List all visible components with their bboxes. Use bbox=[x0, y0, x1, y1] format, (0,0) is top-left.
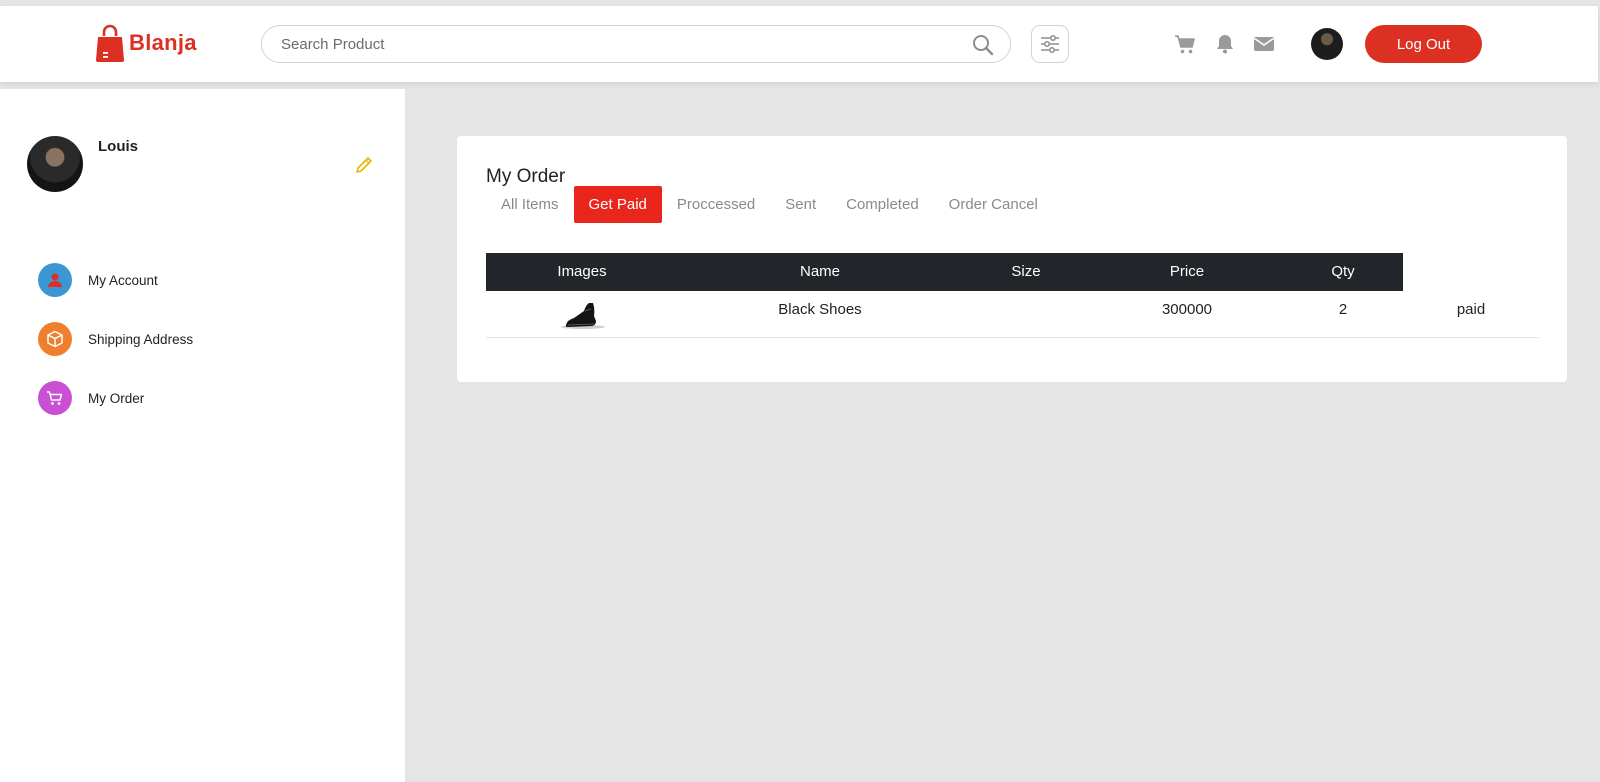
sidebar-item-shipping-address[interactable]: Shipping Address bbox=[38, 322, 193, 356]
menu-icon-bg bbox=[38, 263, 72, 297]
search-icon[interactable] bbox=[972, 34, 994, 56]
product-image bbox=[561, 303, 605, 329]
page-title: My Order bbox=[486, 166, 566, 187]
box-icon bbox=[47, 330, 63, 348]
tab-get-paid[interactable]: Get Paid bbox=[573, 186, 662, 223]
sidebar-item-label: My Order bbox=[88, 390, 145, 406]
column-header-images: Images bbox=[557, 263, 607, 280]
sidebar-item-my-account[interactable]: My Account bbox=[38, 263, 158, 297]
column-header-name: Name bbox=[799, 263, 841, 280]
menu-icon-bg bbox=[38, 381, 72, 415]
table-header: Images Name Size Price Qty bbox=[486, 253, 1403, 291]
column-header-size: Size bbox=[1011, 263, 1041, 280]
search-bar[interactable] bbox=[261, 25, 1011, 63]
sidebar: Louis My Account Shipping Address My Ord… bbox=[0, 89, 405, 782]
cell-qty: 2 bbox=[1338, 301, 1348, 318]
order-tabs: All Items Get Paid Proccessed Sent Compl… bbox=[486, 186, 1053, 223]
filter-icon bbox=[1041, 35, 1059, 53]
tab-all-items[interactable]: All Items bbox=[486, 186, 574, 223]
filter-button[interactable] bbox=[1031, 25, 1069, 63]
cart-icon[interactable] bbox=[1174, 33, 1196, 55]
cart-icon bbox=[47, 391, 63, 405]
sidebar-item-my-order[interactable]: My Order bbox=[38, 381, 144, 415]
user-icon bbox=[48, 273, 62, 287]
user-name: Louis bbox=[98, 138, 138, 155]
avatar[interactable] bbox=[1311, 28, 1343, 60]
cell-price: 300000 bbox=[1161, 301, 1213, 318]
tab-processed[interactable]: Proccessed bbox=[662, 186, 770, 223]
logout-button[interactable]: Log Out bbox=[1365, 25, 1482, 63]
edit-pencil-icon[interactable] bbox=[354, 155, 374, 175]
logo-text: Blanja bbox=[129, 30, 197, 55]
column-header-qty: Qty bbox=[1331, 263, 1355, 280]
tab-order-cancel[interactable]: Order Cancel bbox=[934, 186, 1053, 223]
bell-icon[interactable] bbox=[1214, 33, 1236, 55]
sidebar-item-label: Shipping Address bbox=[88, 331, 194, 347]
top-navbar: Blanja Log Out bbox=[0, 6, 1598, 82]
search-input[interactable] bbox=[281, 34, 931, 54]
logo[interactable]: Blanja bbox=[96, 24, 197, 62]
cell-name: Black Shoes bbox=[778, 301, 862, 318]
mail-icon[interactable] bbox=[1253, 33, 1275, 55]
order-card: My Order All Items Get Paid Proccessed S… bbox=[457, 136, 1567, 382]
cell-status: paid bbox=[1456, 301, 1486, 318]
tab-sent[interactable]: Sent bbox=[770, 186, 831, 223]
menu-icon-bg bbox=[38, 322, 72, 356]
shopping-bag-icon bbox=[96, 24, 124, 62]
tab-completed[interactable]: Completed bbox=[831, 186, 934, 223]
sidebar-item-label: My Account bbox=[88, 272, 158, 288]
table-row[interactable]: Black Shoes 300000 2 paid bbox=[486, 291, 1539, 338]
column-header-price: Price bbox=[1169, 263, 1205, 280]
profile-avatar bbox=[27, 136, 83, 192]
